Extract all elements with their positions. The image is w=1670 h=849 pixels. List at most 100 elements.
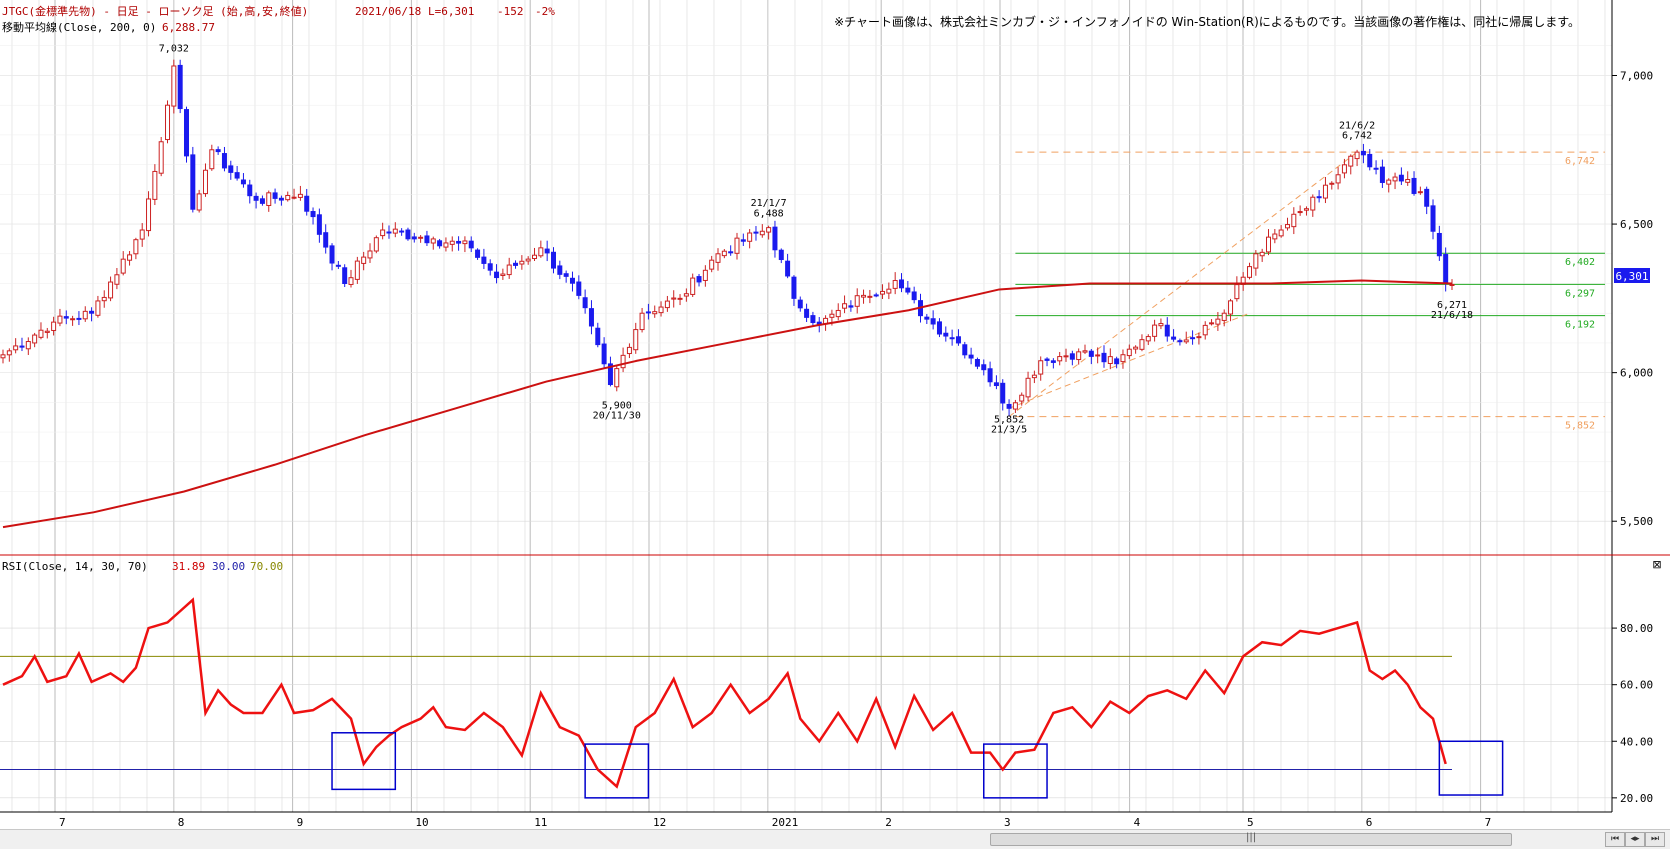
chart-title: JTGC(金標準先物) - 日足 - ローソク足 (始,高,安,終値) xyxy=(2,4,308,18)
level-label: 6,192 xyxy=(1565,320,1595,331)
candle-body xyxy=(1145,336,1151,342)
candle xyxy=(1259,248,1265,262)
price-annotation: 6,742 xyxy=(1342,130,1372,141)
candle xyxy=(1348,154,1354,175)
scroll-step-icon[interactable]: ◂▸ xyxy=(1625,832,1645,847)
candle xyxy=(576,275,582,300)
candle-body xyxy=(221,153,227,169)
candle xyxy=(25,337,31,355)
candle xyxy=(1095,347,1101,364)
candle-body xyxy=(158,141,164,174)
rsi-highlight-box xyxy=(584,743,650,799)
candle-body xyxy=(829,313,835,318)
candle-body xyxy=(1297,211,1303,214)
candle xyxy=(101,290,107,308)
price-annotation: 20/11/30 xyxy=(593,410,641,421)
candle xyxy=(240,173,246,188)
candle-body xyxy=(715,253,721,263)
candle xyxy=(721,249,727,259)
candle xyxy=(323,224,329,254)
candle xyxy=(759,224,765,238)
candle-body xyxy=(1069,353,1075,360)
candle-body xyxy=(759,230,765,236)
candle xyxy=(32,332,38,348)
candle xyxy=(582,289,588,314)
candle-body xyxy=(563,273,569,277)
candle-body xyxy=(1278,229,1284,237)
candle xyxy=(588,300,594,335)
rsi-value: 31.89 xyxy=(172,560,205,573)
candle xyxy=(804,303,810,323)
candle xyxy=(38,322,44,340)
candle xyxy=(1272,229,1278,244)
candle xyxy=(1379,159,1385,188)
candle-body xyxy=(1164,324,1170,337)
scrollbar-grip-icon: ||| xyxy=(1246,832,1257,843)
candle-body xyxy=(1019,394,1025,402)
candle xyxy=(468,236,474,253)
candle xyxy=(854,288,860,314)
candle-body xyxy=(588,308,594,327)
candle xyxy=(411,232,417,243)
candle xyxy=(361,251,367,271)
level-label: 5,852 xyxy=(1565,421,1595,432)
candle-body xyxy=(63,316,69,319)
candle xyxy=(177,59,183,114)
candle xyxy=(677,294,683,306)
candle xyxy=(475,248,481,260)
candle xyxy=(981,359,987,376)
candle-body xyxy=(1443,254,1449,284)
candle xyxy=(1436,225,1442,261)
candle xyxy=(392,222,398,238)
chart-canvas: 6,742 6,402 6,297 6,192 5,852 7,0325,90020/1… xyxy=(0,0,1670,829)
candle-body xyxy=(304,195,310,212)
candle xyxy=(13,338,19,354)
horizontal-scrollbar[interactable]: ||| ⏮ ◂▸ ⏭ xyxy=(0,829,1670,849)
candle xyxy=(905,280,911,295)
candle xyxy=(1354,149,1360,167)
candle-body xyxy=(95,300,101,316)
axes xyxy=(0,0,1670,813)
candle xyxy=(316,208,322,243)
candle-body xyxy=(57,315,63,324)
candle-body xyxy=(582,297,588,309)
price-annotation: 21/6/18 xyxy=(1431,310,1473,321)
candle xyxy=(785,253,791,279)
candle-body xyxy=(550,251,556,269)
candle-body xyxy=(38,329,44,338)
candle-body xyxy=(867,295,873,298)
scroll-start-icon[interactable]: ⏮ xyxy=(1605,832,1625,847)
candle xyxy=(1411,171,1417,196)
candle xyxy=(563,270,569,283)
candle xyxy=(1335,167,1341,190)
candle-body xyxy=(392,228,398,234)
close-pane-button[interactable]: ⊠ xyxy=(1652,559,1662,570)
candle-body xyxy=(253,195,259,201)
candle xyxy=(57,308,63,327)
scroll-end-icon[interactable]: ⏭ xyxy=(1645,832,1665,847)
candle xyxy=(44,327,50,339)
candle xyxy=(696,273,702,287)
candle xyxy=(487,259,493,276)
x-tick-label: 3 xyxy=(1004,816,1011,829)
price-annotation: 21/3/5 xyxy=(991,425,1027,436)
candle-body xyxy=(911,291,917,301)
candle xyxy=(95,295,101,318)
candle-body xyxy=(658,306,664,314)
candle xyxy=(747,229,753,249)
scrollbar-thumb[interactable]: ||| xyxy=(990,832,1512,846)
candle xyxy=(1278,225,1284,238)
candle-body xyxy=(1209,322,1215,325)
candle xyxy=(683,288,689,302)
rsi-lower-level: 30.00 xyxy=(212,560,245,573)
candle xyxy=(70,315,76,326)
candle-body xyxy=(1171,336,1177,340)
candle-body xyxy=(766,227,772,233)
candle xyxy=(234,165,240,181)
candle xyxy=(108,276,114,302)
candle xyxy=(481,248,487,270)
candle-body xyxy=(481,256,487,264)
candle xyxy=(778,248,784,264)
header-last: L=6,301 xyxy=(428,5,474,18)
candle-body xyxy=(1012,402,1018,410)
